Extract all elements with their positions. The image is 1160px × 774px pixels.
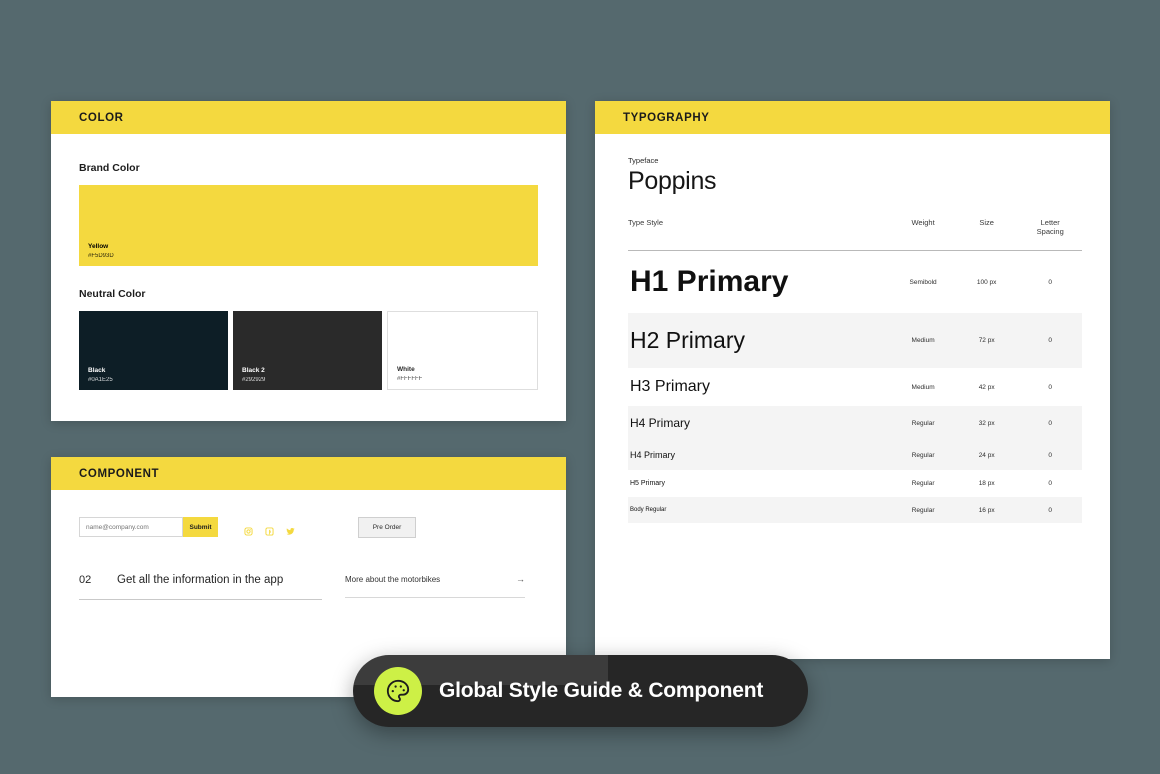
component-panel-body: Submit: [51, 490, 566, 600]
twitter-icon[interactable]: [286, 523, 295, 535]
neutral-swatch-white[interactable]: White #FFFFFF: [387, 311, 538, 390]
type-size: 100 px: [976, 278, 997, 286]
type-sample: H2 Primary: [628, 313, 892, 368]
type-letter-spacing: 0: [1048, 383, 1053, 391]
type-weight: Medium: [911, 383, 935, 391]
component-form-row: Submit: [79, 516, 538, 538]
column-header-letter-spacing: Letter Spacing: [1018, 218, 1082, 251]
arrow-right-icon: →: [516, 574, 525, 584]
component-panel-header: COMPONENT: [51, 457, 566, 490]
swatch-meta: Black #0A1E25: [88, 367, 113, 384]
type-size: 16 px: [954, 497, 1019, 523]
type-weight: Regular: [911, 480, 935, 487]
email-input[interactable]: [79, 517, 183, 537]
type-size: 72 px: [954, 313, 1019, 368]
neutral-swatch-row: Black #0A1E25 Black 2 #292929 White #FFF…: [79, 311, 538, 390]
numbered-list-item[interactable]: 02 Get all the information in the app: [79, 574, 322, 600]
swatch-meta: Black 2 #292929: [242, 367, 265, 384]
color-panel-header: COLOR: [51, 101, 566, 134]
color-panel: COLOR Brand Color Yellow #F5D93D Neutral…: [51, 101, 566, 421]
component-list-row: 02 Get all the information in the app Mo…: [79, 574, 538, 600]
type-letter-spacing: 0: [1018, 313, 1082, 368]
type-scale-head: Type Style Weight Size Letter Spacing: [628, 218, 1082, 251]
swatch-name: White: [397, 366, 415, 374]
type-weight: Regular: [891, 440, 955, 470]
type-scale-row: H3 Primary Medium 42 px 0: [628, 368, 1082, 406]
banner-title: Global Style Guide & Component: [439, 679, 764, 702]
type-scale-row: H4 Primary Regular 24 px 0: [628, 440, 1082, 470]
type-scale-row: H5 Primary Regular 18 px 0: [628, 470, 1082, 497]
type-letter-spacing: 0: [1018, 440, 1082, 470]
typography-panel-body: Typeface Poppins Type Style Weight Size …: [595, 134, 1110, 523]
swatch-hex: #0A1E25: [88, 376, 113, 383]
brand-color-swatch[interactable]: Yellow #F5D93D: [79, 185, 538, 266]
brand-swatch-name: Yellow: [88, 243, 109, 251]
type-sample: H3 Primary: [630, 378, 711, 395]
type-letter-spacing: 0: [1018, 497, 1082, 523]
type-size: 18 px: [978, 480, 995, 487]
type-weight: Semibold: [909, 278, 937, 286]
submit-button[interactable]: Submit: [183, 517, 218, 537]
column-header-weight: Weight: [911, 218, 935, 227]
more-about-link[interactable]: More about the motorbikes →: [345, 574, 525, 598]
palette-icon: [374, 667, 422, 715]
type-size: 24 px: [954, 440, 1019, 470]
swatch-hex: #FFFFFF: [397, 375, 423, 382]
type-scale-row: Body Regular Regular 16 px 0: [628, 497, 1082, 523]
pre-order-button[interactable]: Pre Order: [358, 516, 416, 538]
type-weight: Medium: [891, 313, 955, 368]
neutral-color-label: Neutral Color: [79, 288, 146, 300]
typography-panel-header: TYPOGRAPHY: [595, 101, 1110, 134]
more-about-link-label: More about the motorbikes: [345, 574, 441, 584]
brand-swatch-hex: #F5D93D: [88, 252, 114, 259]
type-weight: Regular: [891, 497, 955, 523]
type-scale-table: Type Style Weight Size Letter Spacing H1…: [628, 218, 1082, 523]
type-scale-row: H4 Primary Regular 32 px 0: [628, 406, 1082, 440]
type-weight: Regular: [891, 406, 955, 440]
type-letter-spacing: 0: [1048, 480, 1053, 487]
type-sample: H4 Primary: [628, 406, 892, 440]
color-panel-body: Brand Color Yellow #F5D93D Neutral Color…: [51, 134, 566, 390]
type-letter-spacing: 0: [1018, 406, 1082, 440]
type-scale-body: H1 Primary Semibold 100 px 0 H2 Primary Mediu…: [628, 251, 1082, 523]
type-scale-row: H1 Primary Semibold 100 px 0: [628, 251, 1082, 314]
type-size: 42 px: [978, 383, 995, 391]
type-scale-row: H2 Primary Medium 72 px 0: [628, 313, 1082, 368]
style-guide-stage: COLOR Brand Color Yellow #F5D93D Neutral…: [0, 0, 1160, 774]
type-scale-header-row: Type Style Weight Size Letter Spacing: [628, 218, 1082, 251]
type-sample: H4 Primary: [628, 440, 892, 470]
swatch-meta: White #FFFFFF: [397, 366, 422, 383]
brand-swatch-meta: Yellow #F5D93D: [88, 243, 114, 260]
color-panel-title: COLOR: [79, 111, 124, 124]
column-header-size: Size: [979, 218, 994, 227]
instagram-icon[interactable]: [244, 523, 253, 536]
list-item-number: 02: [79, 574, 92, 586]
typeface-name: Poppins: [628, 167, 717, 195]
typography-panel-title: TYPOGRAPHY: [623, 111, 710, 124]
facebook-icon[interactable]: [265, 523, 274, 536]
letter-spacing-line-2: Spacing: [1036, 227, 1064, 236]
swatch-hex: #292929: [242, 376, 266, 383]
list-item-text: Get all the information in the app: [117, 574, 284, 586]
swatch-name: Black: [88, 367, 106, 375]
neutral-swatch-black-2[interactable]: Black 2 #292929: [233, 311, 382, 390]
swatch-name: Black 2: [242, 367, 265, 375]
social-icon-group: [244, 523, 295, 536]
type-sample: H1 Primary: [630, 265, 789, 298]
component-panel-title: COMPONENT: [79, 467, 160, 480]
typography-panel: TYPOGRAPHY Typeface Poppins Type Style W…: [595, 101, 1110, 659]
typeface-label: Typeface: [628, 156, 659, 165]
title-banner: Global Style Guide & Component: [353, 655, 808, 727]
brand-color-label: Brand Color: [79, 162, 140, 174]
letter-spacing-line-1: Letter: [1040, 218, 1060, 227]
type-sample: Body Regular: [628, 497, 892, 523]
type-sample: H5 Primary: [630, 480, 666, 487]
type-letter-spacing: 0: [1048, 278, 1053, 286]
column-header-type-style: Type Style: [628, 218, 664, 227]
neutral-swatch-black[interactable]: Black #0A1E25: [79, 311, 228, 390]
type-size: 32 px: [954, 406, 1019, 440]
